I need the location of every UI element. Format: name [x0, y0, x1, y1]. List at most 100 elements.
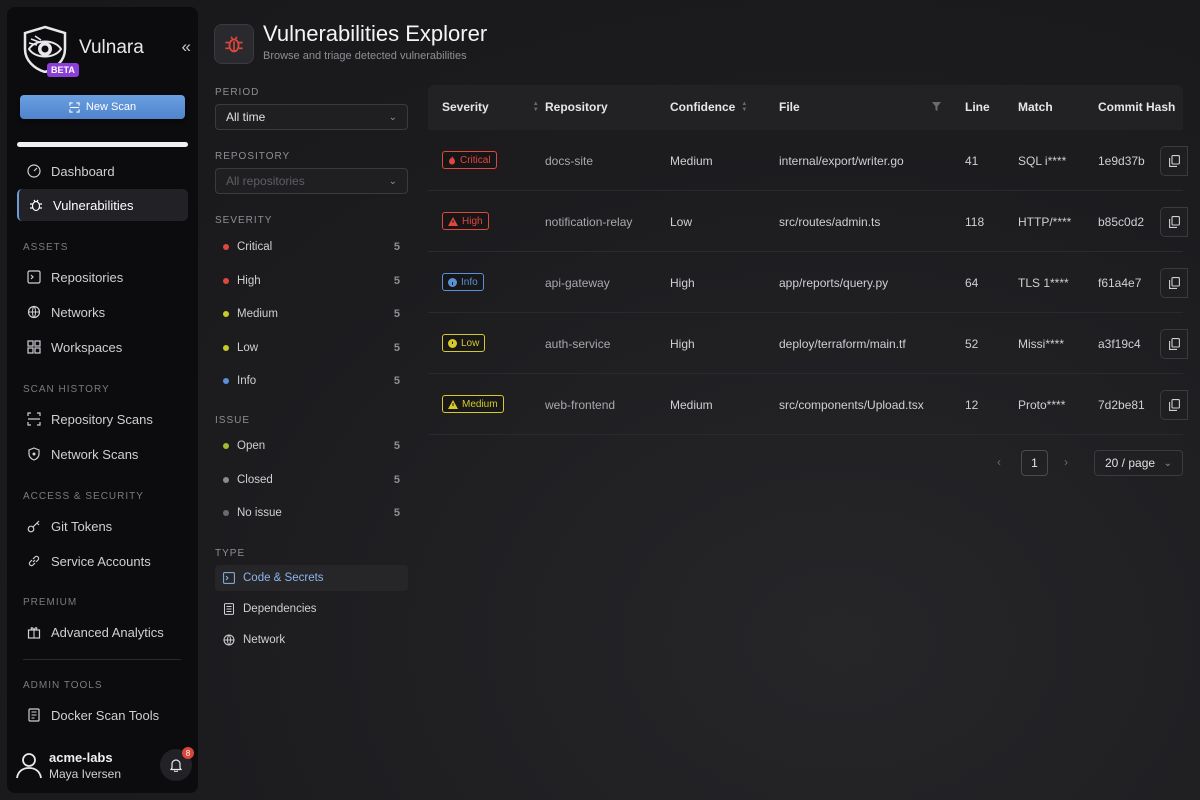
file-cell[interactable]: internal/export/writer.go	[779, 154, 904, 168]
repository-cell[interactable]: notification-relay	[545, 215, 632, 229]
prev-page-icon[interactable]: ‹	[997, 455, 1001, 469]
collapse-sidebar-icon[interactable]: «	[182, 37, 191, 57]
column-line[interactable]: Line	[965, 100, 990, 114]
chevron-down-icon: ⌄	[388, 175, 397, 187]
file-cell[interactable]: src/routes/admin.ts	[779, 215, 880, 229]
filter-icon[interactable]	[932, 102, 941, 111]
sidebar-item-repository-scans[interactable]: Repository Scans	[17, 403, 188, 435]
table-row[interactable]: High notification-relay Low src/routes/a…	[428, 191, 1188, 252]
copy-button[interactable]	[1160, 146, 1188, 176]
sidebar-item-network-scans[interactable]: Network Scans	[17, 438, 188, 470]
grid-icon	[27, 340, 41, 354]
filter-count: 5	[393, 341, 400, 354]
repository-cell[interactable]: api-gateway	[545, 276, 610, 290]
column-repository[interactable]: Repository	[545, 100, 608, 114]
scan-icon	[27, 412, 41, 426]
issue-filter-no-issue[interactable]: No issue 5	[215, 502, 408, 524]
user-profile[interactable]: acme-labs Maya Iversen 8	[15, 747, 195, 787]
filter-count: 5	[393, 274, 400, 287]
severity-filter-medium[interactable]: Medium 5	[215, 303, 408, 325]
type-network[interactable]: Network	[215, 627, 408, 653]
sidebar-item-label: Docker Scan Tools	[51, 707, 160, 723]
section-assets: ASSETS	[23, 242, 69, 253]
section-scan-history: SCAN HISTORY	[23, 384, 110, 395]
repository-cell[interactable]: docs-site	[545, 154, 593, 168]
sidebar-item-workspaces[interactable]: Workspaces	[17, 331, 188, 363]
sidebar-item-vulnerabilities[interactable]: Vulnerabilities	[17, 189, 188, 221]
table-row[interactable]: Low auth-service High deploy/terraform/m…	[428, 313, 1188, 374]
page-bug-icon-box	[214, 24, 254, 64]
filter-count: 5	[393, 440, 400, 452]
repository-select[interactable]: All repositories ⌄	[215, 168, 408, 194]
brand-name: Vulnara	[79, 37, 144, 58]
repository-cell[interactable]: auth-service	[545, 337, 610, 351]
filter-count: 5	[393, 308, 400, 320]
sidebar-item-repositories[interactable]: Repositories	[17, 261, 188, 293]
commit-hash-cell: 7d2be81	[1098, 398, 1145, 412]
page-1-button[interactable]: 1	[1021, 450, 1048, 476]
sidebar-item-label: Git Tokens	[51, 518, 113, 534]
copy-button[interactable]	[1160, 329, 1188, 359]
vulnerabilities-table: Severity ▲ ▼ Repository Confidence ▲ ▼ Fil…	[428, 85, 1188, 435]
line-cell: 52	[965, 337, 979, 351]
sidebar-item-docker-scan-tools[interactable]: Docker Scan Tools	[17, 699, 188, 731]
sidebar-item-networks[interactable]: Networks	[17, 296, 188, 328]
sort-icon[interactable]: ▲ ▼	[533, 101, 539, 113]
line-cell: 118	[965, 215, 985, 229]
column-label: Repository	[545, 100, 608, 114]
status-dot	[223, 344, 229, 351]
severity-filter-critical[interactable]: Critical 5	[215, 236, 408, 258]
match-cell: SQL i****	[1018, 154, 1067, 168]
confidence-cell: Low	[670, 215, 693, 229]
page-size-select[interactable]: 20 / page ⌄	[1094, 450, 1183, 476]
file-cell[interactable]: src/components/Upload.tsx	[779, 398, 924, 412]
sidebar-item-label: Vulnerabilities	[53, 197, 134, 213]
brand[interactable]: BETA Vulnara «	[21, 25, 191, 85]
copy-button[interactable]	[1160, 207, 1188, 237]
section-premium: PREMIUM	[23, 597, 78, 608]
type-code-secrets[interactable]: Code & Secrets	[215, 565, 408, 591]
sidebar-item-advanced-analytics[interactable]: Advanced Analytics	[17, 616, 188, 648]
sidebar-item-label: Dashboard	[51, 163, 115, 179]
column-label: Line	[965, 100, 990, 114]
new-scan-button[interactable]: New Scan	[20, 95, 185, 119]
issue-filter-closed[interactable]: Closed 5	[215, 469, 408, 491]
copy-button[interactable]	[1160, 390, 1188, 420]
shield-icon	[28, 447, 40, 461]
network-icon	[27, 305, 41, 319]
table-row[interactable]: Medium web-frontend Medium src/component…	[428, 374, 1188, 435]
filter-label: Critical	[237, 241, 273, 253]
column-commit-hash[interactable]: Commit Hash	[1098, 100, 1175, 114]
type-label: TYPE	[215, 548, 246, 559]
column-confidence[interactable]: Confidence ▲ ▼	[670, 100, 747, 114]
list-icon	[224, 603, 234, 615]
column-file[interactable]: File	[779, 100, 800, 114]
severity-filter-info[interactable]: Info 5	[215, 370, 408, 392]
severity-filter-low[interactable]: Low 5	[215, 337, 408, 359]
sort-icon[interactable]: ▲ ▼	[741, 101, 747, 113]
copy-button[interactable]	[1160, 268, 1188, 298]
type-dependencies[interactable]: Dependencies	[215, 596, 408, 622]
match-cell: HTTP/****	[1018, 215, 1072, 229]
severity-filter-high[interactable]: High 5	[215, 270, 408, 292]
table-row[interactable]: Info api-gateway High app/reports/query.…	[428, 252, 1188, 313]
notifications-button[interactable]: 8	[160, 747, 194, 781]
chevron-down-icon: ⌄	[388, 111, 397, 123]
file-cell[interactable]: app/reports/query.py	[779, 276, 888, 290]
sidebar: BETA Vulnara « New Scan Dashboard Vulner…	[7, 7, 198, 793]
next-page-icon[interactable]: ›	[1064, 455, 1068, 469]
filter-label: Closed	[237, 473, 273, 486]
sidebar-item-dashboard[interactable]: Dashboard	[17, 155, 188, 187]
column-severity[interactable]: Severity ▲ ▼	[442, 100, 539, 114]
fire-icon	[449, 155, 455, 164]
period-select[interactable]: All time ⌄	[215, 104, 408, 130]
issue-filter-open[interactable]: Open 5	[215, 435, 408, 457]
repository-cell[interactable]: web-frontend	[545, 398, 615, 412]
status-dot	[223, 378, 229, 384]
sidebar-item-git-tokens[interactable]: Git Tokens	[17, 510, 188, 542]
column-match[interactable]: Match	[1018, 100, 1053, 114]
file-cell[interactable]: deploy/terraform/main.tf	[779, 337, 906, 351]
sidebar-item-service-accounts[interactable]: Service Accounts	[17, 545, 188, 577]
type-label-text: Network	[243, 634, 286, 646]
table-row[interactable]: Critical docs-site Medium internal/expor…	[428, 130, 1188, 191]
